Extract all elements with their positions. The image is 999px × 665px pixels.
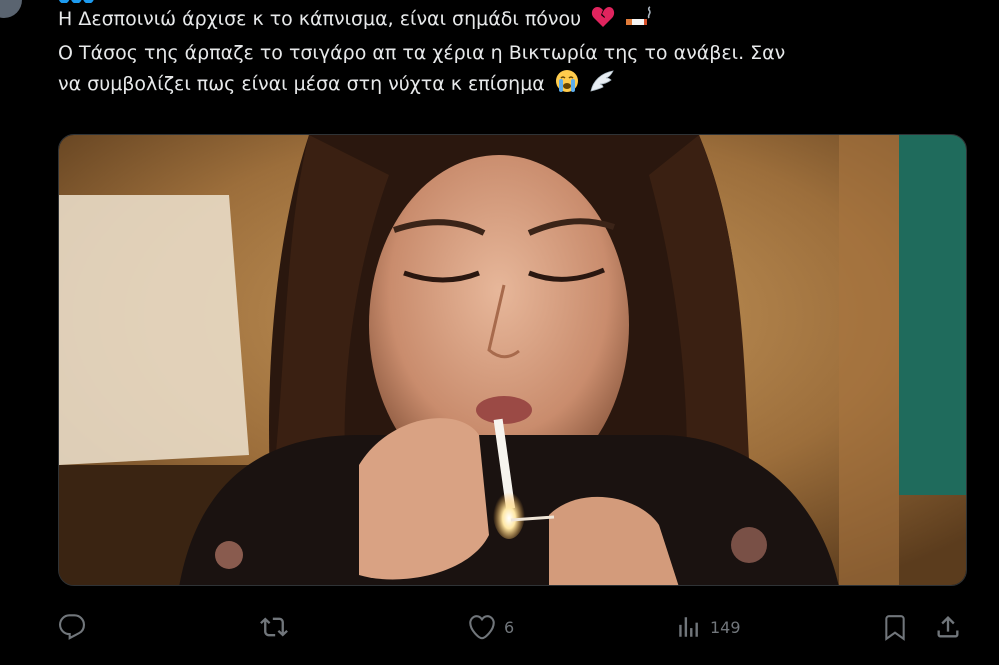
tweet-media-video[interactable]: [58, 134, 967, 586]
reply-button[interactable]: [58, 610, 86, 644]
views-button[interactable]: 149: [676, 610, 741, 644]
bookmark-icon: [882, 613, 908, 641]
tweet-line-2-text: Ο Τάσος της άρπαζε το τσιγάρο απ τα χέρι…: [58, 42, 786, 64]
author-handle-partial[interactable]: ●●●: [58, 0, 98, 3]
wing-icon: [589, 69, 615, 103]
like-button[interactable]: 6: [468, 610, 514, 644]
reply-icon: [58, 613, 86, 641]
cigarette-icon: [625, 6, 655, 38]
tweet-line-3-text: να συμβολίζει πως είναι μέσα στη νύχτα κ…: [58, 73, 545, 95]
tweet-text: Η Δεσποινιώ άρχισε κ το κάπνισμα, είναι …: [58, 4, 968, 103]
tweet-actions-bar: 6 149: [58, 610, 967, 644]
share-button[interactable]: [934, 610, 962, 644]
bookmark-button[interactable]: [882, 610, 908, 644]
like-count: 6: [504, 617, 515, 637]
crying-face-icon: [555, 69, 579, 103]
heart-icon: [468, 613, 496, 641]
broken-heart-icon: [591, 6, 615, 38]
tweet-line-1: Η Δεσποινιώ άρχισε κ το κάπνισμα, είναι …: [58, 4, 968, 38]
tweet-line-3: να συμβολίζει πως είναι μέσα στη νύχτα κ…: [58, 69, 968, 103]
tweet-line-1-text: Η Δεσποινιώ άρχισε κ το κάπνισμα, είναι …: [58, 8, 582, 30]
tweet-line-2: Ο Τάσος της άρπαζε το τσιγάρο απ τα χέρι…: [58, 38, 968, 69]
retweet-icon: [258, 613, 290, 641]
retweet-button[interactable]: [258, 610, 290, 644]
views-count: 149: [710, 617, 741, 637]
avatar[interactable]: [0, 0, 22, 18]
views-icon: [676, 614, 702, 640]
share-icon: [934, 613, 962, 641]
